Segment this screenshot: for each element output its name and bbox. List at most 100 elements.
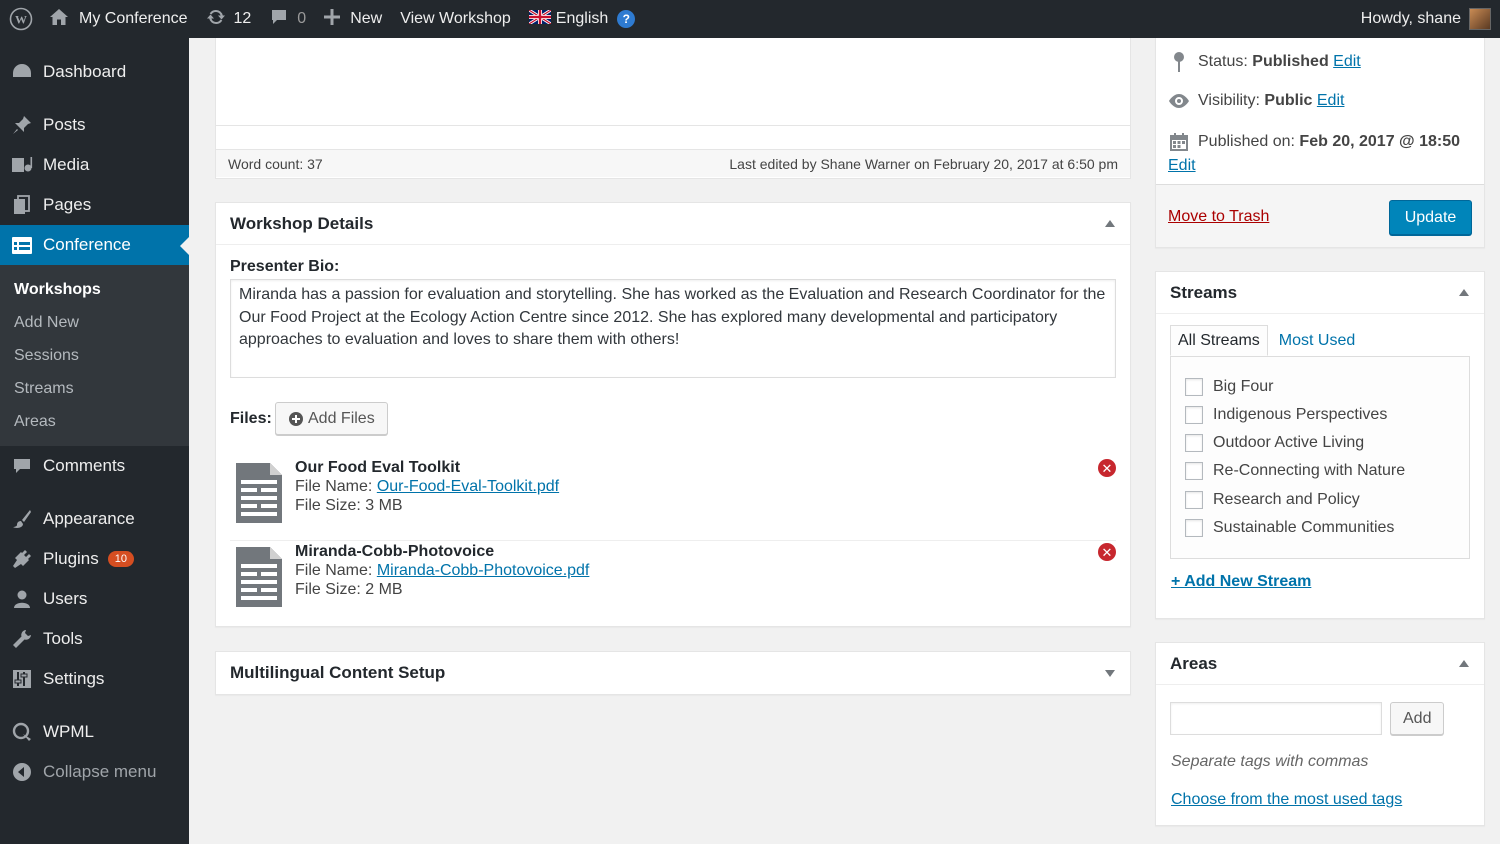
editor-content-area[interactable]: [216, 38, 1130, 126]
visibility-label: Visibility:: [1198, 92, 1260, 109]
edit-status-link[interactable]: Edit: [1333, 53, 1361, 71]
areas-header[interactable]: Areas: [1156, 643, 1484, 685]
new-content-link[interactable]: New: [315, 0, 391, 38]
comments-link[interactable]: 0: [260, 0, 315, 38]
remove-file-icon[interactable]: ✕: [1098, 543, 1116, 561]
file-item: Miranda-Cobb-Photovoice File Name: Miran…: [230, 543, 1116, 625]
move-to-trash-link[interactable]: Move to Trash: [1168, 208, 1269, 226]
add-files-button[interactable]: Add Files: [275, 402, 388, 435]
file-name-link[interactable]: Miranda-Cobb-Photovoice.pdf: [377, 562, 590, 579]
menu-appearance[interactable]: Appearance: [0, 499, 189, 539]
menu-conference[interactable]: Conference: [0, 225, 189, 265]
view-workshop-link[interactable]: View Workshop: [391, 0, 520, 38]
calendar-list-icon: [10, 234, 34, 256]
file-size: File Size: 2 MB: [295, 581, 403, 598]
submenu-workshops[interactable]: Workshops: [0, 273, 189, 306]
multilingual-header[interactable]: Multilingual Content Setup: [216, 652, 1130, 694]
user-icon: [10, 588, 34, 610]
file-name-link[interactable]: Our-Food-Eval-Toolkit.pdf: [377, 478, 559, 495]
document-icon: [236, 547, 282, 612]
editor-status-bar: Word count: 37 Last edited by Shane Warn…: [216, 149, 1130, 177]
status-label: Status:: [1198, 53, 1248, 70]
refresh-icon: [206, 7, 226, 32]
language-switcher[interactable]: English ?: [520, 0, 644, 38]
menu-posts[interactable]: Posts: [0, 105, 189, 145]
tab-all-streams[interactable]: All Streams: [1170, 325, 1268, 356]
file-title: Our Food Eval Toolkit: [295, 459, 461, 476]
svg-text:W: W: [15, 13, 27, 27]
comments-count: 0: [297, 10, 307, 27]
admin-bar: W My Conference 12 0 New View Workshop E…: [0, 0, 1500, 38]
stream-checkbox[interactable]: [1185, 519, 1203, 537]
stream-label: Sustainable Communities: [1213, 519, 1395, 536]
workshop-details-box: Workshop Details Presenter Bio: Miranda …: [215, 202, 1131, 627]
stream-checkbox[interactable]: [1185, 378, 1203, 396]
submenu-sessions[interactable]: Sessions: [0, 339, 189, 372]
comment-bubble-icon: [269, 7, 289, 32]
submenu-streams[interactable]: Streams: [0, 372, 189, 405]
submenu-add-new[interactable]: Add New: [0, 306, 189, 339]
menu-settings[interactable]: Settings: [0, 659, 189, 699]
published-on-line: Published on: Feb 20, 2017 @ 18:50: [1168, 132, 1460, 152]
wordpress-logo-icon[interactable]: W: [2, 0, 40, 38]
menu-pages[interactable]: Pages: [0, 185, 189, 225]
stream-item: Big Four: [1185, 378, 1273, 396]
menu-plugins[interactable]: Plugins 10: [0, 539, 189, 579]
updates-link[interactable]: 12: [197, 0, 261, 38]
workshop-details-header[interactable]: Workshop Details: [216, 203, 1130, 245]
document-icon: [236, 463, 282, 528]
areas-tag-input[interactable]: [1170, 702, 1382, 735]
stream-checkbox[interactable]: [1185, 406, 1203, 424]
menu-dashboard[interactable]: Dashboard: [0, 52, 189, 92]
pages-icon: [10, 194, 34, 216]
stream-checkbox[interactable]: [1185, 462, 1203, 480]
presenter-bio-textarea[interactable]: Miranda has a passion for evaluation and…: [230, 279, 1116, 378]
stream-checkbox[interactable]: [1185, 491, 1203, 509]
add-new-stream-link[interactable]: + Add New Stream: [1171, 573, 1311, 591]
menu-users[interactable]: Users: [0, 579, 189, 619]
menu-media[interactable]: Media: [0, 145, 189, 185]
tab-most-used[interactable]: Most Used: [1268, 325, 1362, 356]
choose-most-used-tags-link[interactable]: Choose from the most used tags: [1171, 791, 1402, 809]
multilingual-setup-box: Multilingual Content Setup: [215, 651, 1131, 695]
collapse-toggle-icon[interactable]: [1104, 218, 1116, 230]
menu-plugins-label: Plugins: [43, 549, 99, 568]
edit-date-link[interactable]: Edit: [1168, 157, 1196, 175]
file-title: Miranda-Cobb-Photovoice: [295, 543, 495, 560]
submenu-areas[interactable]: Areas: [0, 405, 189, 438]
help-question-icon[interactable]: ?: [617, 10, 636, 28]
stream-item: Re-Connecting with Nature: [1185, 462, 1405, 480]
menu-wpml[interactable]: WPML: [0, 712, 189, 752]
menu-pages-label: Pages: [43, 195, 92, 214]
add-files-label: Add Files: [308, 409, 375, 427]
menu-comments-label: Comments: [43, 456, 126, 475]
menu-media-label: Media: [43, 155, 90, 174]
collapse-menu-button[interactable]: Collapse menu: [0, 752, 189, 792]
areas-hint: Separate tags with commas: [1171, 753, 1369, 770]
published-on-value: Feb 20, 2017 @ 18:50: [1299, 133, 1461, 150]
menu-comments[interactable]: Comments: [0, 446, 189, 486]
remove-file-icon[interactable]: ✕: [1098, 459, 1116, 477]
visibility-value: Public: [1264, 92, 1313, 109]
new-label: New: [350, 10, 383, 27]
admin-menu: Dashboard Posts Media Pages Conference W…: [0, 38, 189, 844]
collapse-arrow-icon: [10, 761, 34, 783]
site-name-link[interactable]: My Conference: [40, 0, 197, 38]
media-icon: [10, 154, 34, 176]
edit-visibility-link[interactable]: Edit: [1317, 92, 1345, 110]
menu-appearance-label: Appearance: [43, 509, 135, 528]
plugins-update-badge: 10: [107, 551, 135, 567]
multilingual-title: Multilingual Content Setup: [230, 663, 446, 682]
menu-tools-label: Tools: [43, 629, 83, 648]
add-area-button[interactable]: Add: [1390, 702, 1445, 735]
word-count: Word count: 37: [228, 155, 323, 172]
collapse-toggle-icon[interactable]: [1458, 287, 1470, 299]
collapse-toggle-icon[interactable]: [1458, 658, 1470, 670]
updates-count: 12: [233, 10, 252, 27]
streams-header[interactable]: Streams: [1156, 272, 1484, 314]
update-button[interactable]: Update: [1389, 200, 1472, 235]
my-account-menu[interactable]: Howdy, shane: [1352, 0, 1500, 38]
stream-checkbox[interactable]: [1185, 434, 1203, 452]
expand-toggle-icon[interactable]: [1104, 667, 1116, 679]
menu-tools[interactable]: Tools: [0, 619, 189, 659]
